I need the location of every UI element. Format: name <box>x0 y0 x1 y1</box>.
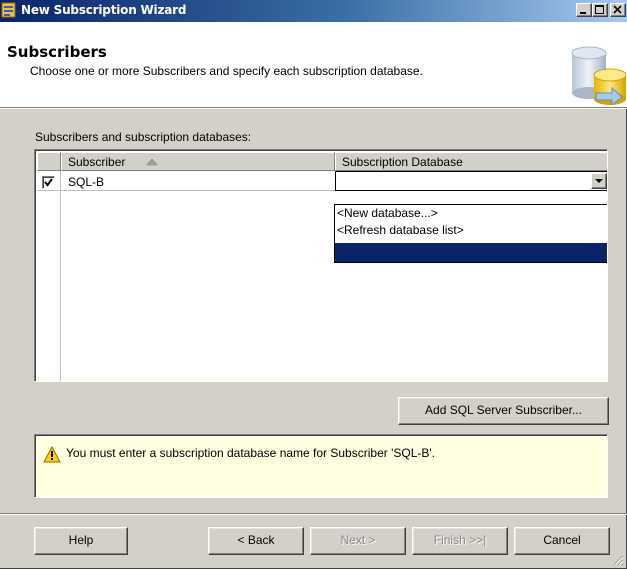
maximize-button[interactable] <box>592 3 608 17</box>
warning-icon <box>43 446 61 463</box>
maximize-icon <box>595 5 604 14</box>
column-header-database-label: Subscription Database <box>342 155 463 169</box>
bottom-separator <box>0 513 627 515</box>
wizard-window: New Subscription Wizard Subscribers Choo… <box>0 0 627 569</box>
next-button[interactable]: Next > <box>310 527 406 555</box>
wizard-header: Subscribers Choose one or more Subscribe… <box>0 22 627 108</box>
database-icon <box>571 46 626 105</box>
column-header-subscriber[interactable]: Subscriber <box>61 152 335 171</box>
grid-line <box>60 171 61 381</box>
cancel-button[interactable]: Cancel <box>514 527 610 555</box>
help-button[interactable]: Help <box>34 527 128 555</box>
database-dropdown-list[interactable]: <New database...> <Refresh database list… <box>334 204 607 263</box>
column-header-subscriber-label: Subscriber <box>68 155 126 169</box>
back-button[interactable]: < Back <box>208 527 304 555</box>
subscription-database-combo[interactable] <box>335 171 607 191</box>
page-subtitle: Choose one or more Subscribers and speci… <box>30 64 423 78</box>
subscribers-grid[interactable]: Subscriber Subscription Database SQL-B <… <box>34 149 608 382</box>
combo-dropdown-button[interactable] <box>591 173 607 189</box>
close-icon <box>613 5 622 14</box>
minimize-button[interactable] <box>576 3 592 17</box>
header-separator <box>0 108 627 109</box>
minimize-icon <box>580 12 586 14</box>
column-header-subscription-database[interactable]: Subscription Database <box>335 152 607 171</box>
row-checkbox[interactable] <box>42 176 55 189</box>
validation-message-text: You must enter a subscription database n… <box>66 446 435 460</box>
resize-grip-icon[interactable] <box>612 554 624 566</box>
subscriber-cell[interactable]: SQL-B <box>68 175 104 189</box>
validation-message: You must enter a subscription database n… <box>34 434 608 498</box>
dropdown-option-refresh-list[interactable]: <Refresh database list> <box>337 223 464 237</box>
add-sql-server-subscriber-button[interactable]: Add SQL Server Subscriber... <box>398 397 609 425</box>
app-icon <box>1 2 16 18</box>
grid-label: Subscribers and subscription databases: <box>35 130 252 144</box>
close-button[interactable] <box>610 3 626 17</box>
chevron-down-icon <box>595 179 603 183</box>
title-bar[interactable]: New Subscription Wizard <box>0 0 627 22</box>
dropdown-option-selected[interactable] <box>335 243 607 262</box>
sort-ascending-icon <box>146 158 158 166</box>
checkmark-icon <box>44 178 53 187</box>
page-title: Subscribers <box>7 43 107 61</box>
checkbox-column-header[interactable] <box>37 152 61 171</box>
grid-line <box>37 190 335 191</box>
dropdown-option-new-database[interactable]: <New database...> <box>337 206 438 220</box>
finish-button[interactable]: Finish >>| <box>412 527 508 555</box>
window-title: New Subscription Wizard <box>21 3 187 17</box>
